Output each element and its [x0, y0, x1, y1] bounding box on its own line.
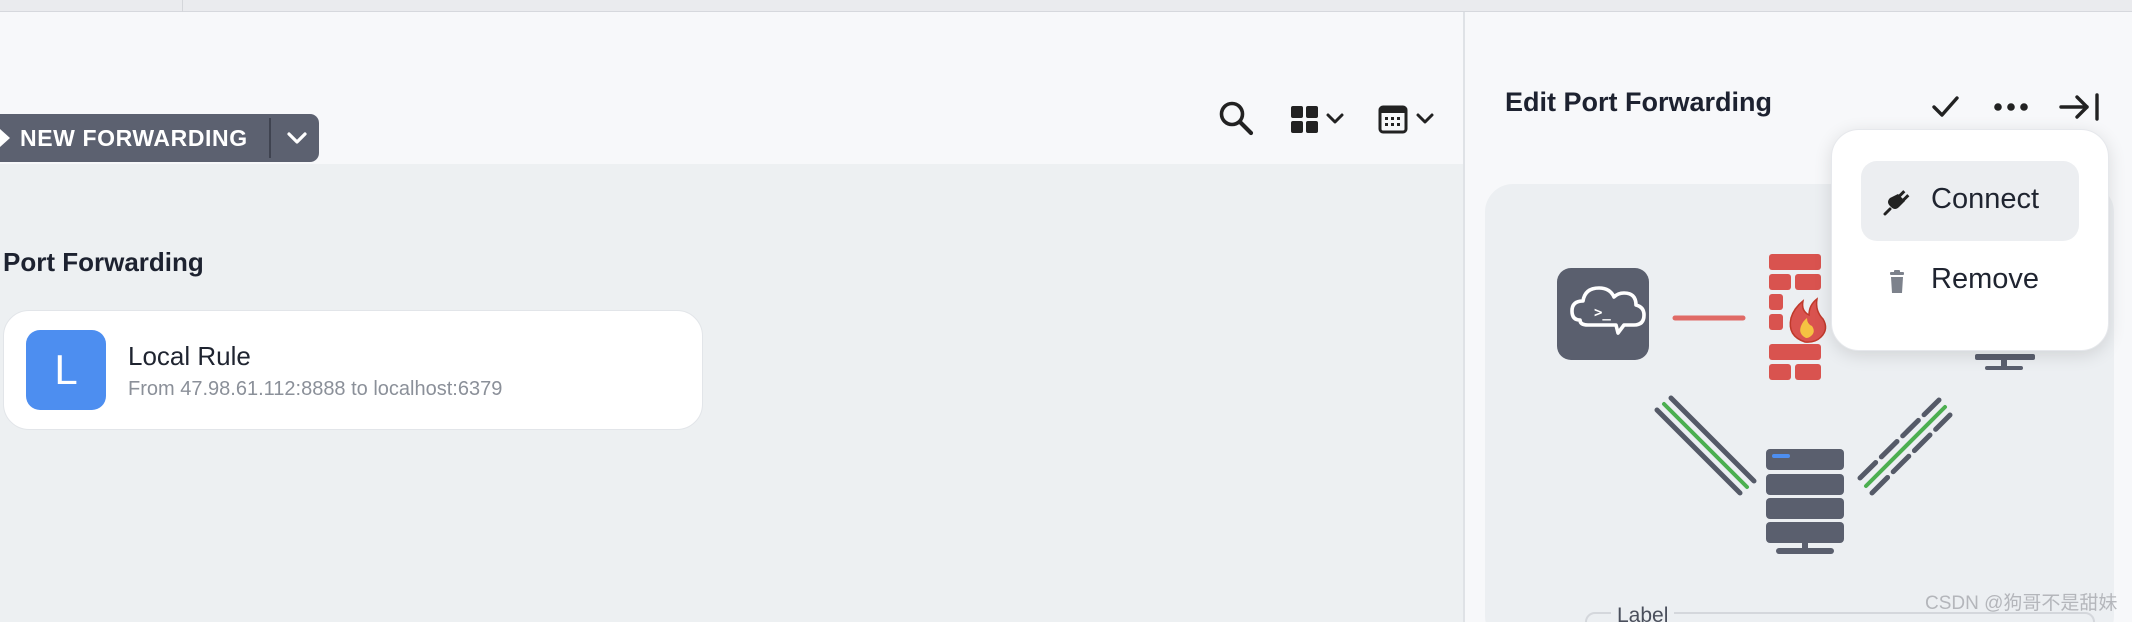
host-terminal-icon: >_ — [1557, 268, 1649, 360]
ssh-link-left — [1654, 395, 1757, 496]
menu-item-connect[interactable]: Connect — [1861, 161, 2079, 241]
watermark: CSDN @狗哥不是甜妹 — [1925, 593, 2118, 614]
ssh-link-right — [1857, 397, 1953, 496]
menu-item-remove[interactable]: Remove — [1861, 241, 2079, 321]
firewall-icon — [1769, 254, 1827, 380]
target-monitor-icon — [1975, 354, 2035, 370]
plug-icon — [1883, 188, 1911, 216]
trash-icon — [1883, 268, 1911, 296]
menu-item-label: Remove — [1931, 263, 2039, 295]
forwarding-diagram: >_ — [1557, 254, 2035, 554]
server-icon — [1766, 449, 1844, 554]
menu-item-label: Connect — [1931, 183, 2040, 215]
svg-text:>_: >_ — [1594, 305, 1611, 321]
actions-menu: Connect Remove — [1831, 129, 2109, 351]
